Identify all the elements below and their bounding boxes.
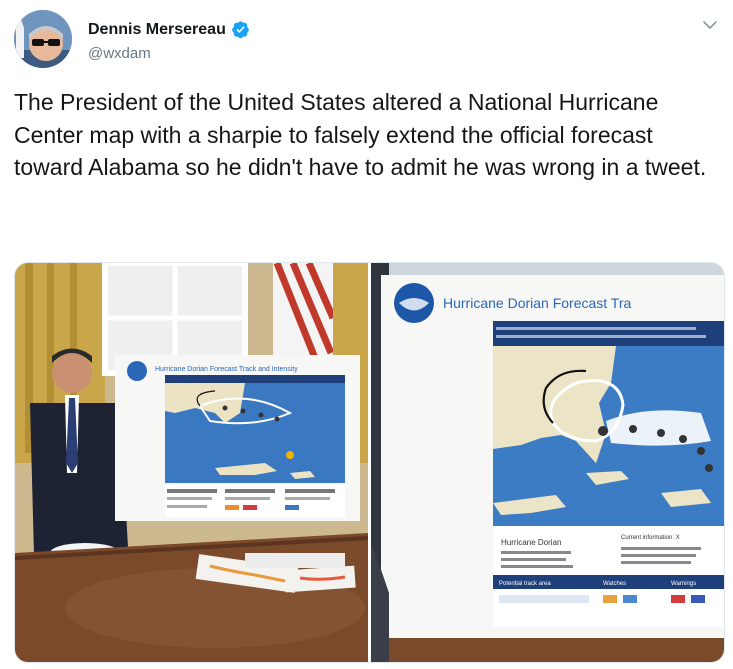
tweet-header: Dennis Mersereau @wxdam (14, 10, 719, 70)
media-image-right[interactable]: Hurricane Dorian Forecast Tra Hurricane … (371, 263, 724, 662)
verified-badge-icon (232, 21, 249, 39)
chevron-down-icon[interactable] (701, 16, 719, 34)
legend-potential: Potential track area (499, 581, 551, 587)
avatar-photo-icon (14, 10, 72, 68)
avatar[interactable] (14, 10, 72, 68)
display-name[interactable]: Dennis Mersereau (88, 21, 226, 39)
tweet-text: The President of the United States alter… (14, 89, 707, 180)
legend-current: Current information: X (621, 535, 680, 541)
media-grid: Hurricane Dorian Forecast Track and Inte… (14, 262, 725, 663)
handle[interactable]: @wxdam (88, 45, 151, 62)
map-title-left: Hurricane Dorian Forecast Track and Inte… (155, 366, 298, 373)
media-image-left[interactable]: Hurricane Dorian Forecast Track and Inte… (15, 263, 368, 662)
name-row: Dennis Mersereau (88, 20, 250, 39)
legend-title: Hurricane Dorian (501, 538, 561, 547)
legend-watches: Watches (603, 581, 626, 587)
map-title-right: Hurricane Dorian Forecast Tra (443, 295, 632, 311)
legend-warnings: Warnings (671, 581, 696, 587)
